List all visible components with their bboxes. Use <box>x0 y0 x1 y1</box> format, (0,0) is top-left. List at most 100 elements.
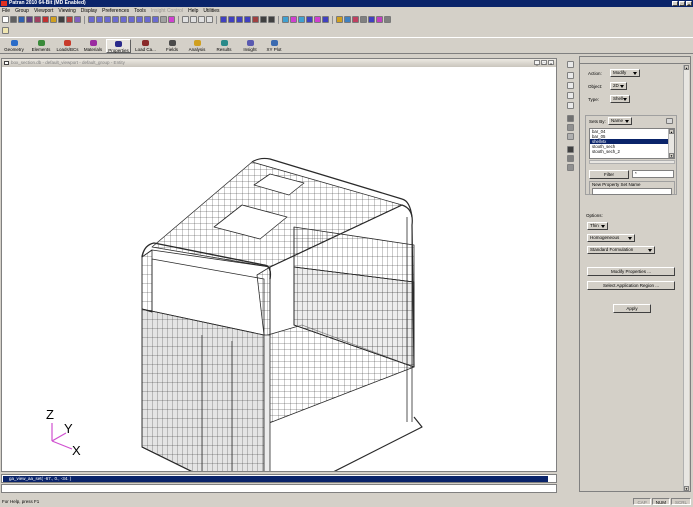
viewport-close-button[interactable]: × <box>548 60 554 66</box>
toolbar-tool-22-icon[interactable] <box>190 16 197 23</box>
menu-utilities[interactable]: Utilities <box>203 8 219 15</box>
menu-tools[interactable]: Tools <box>134 8 146 15</box>
new-set-name-input[interactable] <box>592 188 672 195</box>
toolbar-tool-11-icon[interactable] <box>96 16 103 23</box>
paint-icon[interactable] <box>66 16 73 23</box>
menu-viewport[interactable]: Viewport <box>34 8 53 15</box>
toolbar-tool-21-icon[interactable] <box>182 16 189 23</box>
toolbar-tool-31-icon[interactable] <box>268 16 275 23</box>
filter-button[interactable]: Filter <box>589 170 629 179</box>
close-button[interactable]: × <box>686 1 692 7</box>
undo-icon[interactable] <box>42 16 49 23</box>
app-load-ca--button[interactable]: Load Ca... <box>133 39 158 53</box>
toolbar-tool-23-icon[interactable] <box>198 16 205 23</box>
fit-view-icon[interactable] <box>567 102 574 109</box>
homogeneity-dropdown[interactable]: Homogeneous <box>587 234 635 242</box>
save-icon[interactable] <box>18 16 25 23</box>
toolbar-tool-44-icon[interactable] <box>384 16 391 23</box>
toolbar-tool-25-icon[interactable] <box>220 16 227 23</box>
app-materials-button[interactable]: Materials <box>82 39 104 53</box>
open-file-icon[interactable] <box>10 16 17 23</box>
command-input[interactable] <box>1 484 557 493</box>
object-dropdown[interactable]: 2D <box>610 82 627 90</box>
apply-button[interactable]: Apply <box>613 304 651 313</box>
toolbar-tool-36-icon[interactable] <box>314 16 321 23</box>
list-hscrollbar[interactable] <box>589 160 675 164</box>
toolbar-tool-38-icon[interactable] <box>336 16 343 23</box>
zoom-out-icon[interactable] <box>567 92 574 99</box>
wireframe-icon[interactable] <box>567 133 574 140</box>
select-application-region-button[interactable]: Select Application Region ... <box>587 281 675 290</box>
app-results-button[interactable]: Results <box>212 39 236 53</box>
refresh-icon[interactable] <box>74 16 81 23</box>
shade-smooth-icon[interactable] <box>567 124 574 131</box>
toolbar-tool-13-icon[interactable] <box>112 16 119 23</box>
panel-scrollbar[interactable]: ▲ ▼ <box>683 65 689 491</box>
toolbar-tool-43-icon[interactable] <box>376 16 383 23</box>
toolbar-tool-41-icon[interactable] <box>360 16 367 23</box>
list-scrollbar[interactable]: ▲ ▼ <box>668 129 674 158</box>
toolbar-tool-33-icon[interactable] <box>290 16 297 23</box>
menu-help[interactable]: Help <box>188 8 198 15</box>
copy-icon[interactable] <box>34 16 41 23</box>
toolbar-tool-24-icon[interactable] <box>206 16 213 23</box>
shade-solid-icon[interactable] <box>567 115 574 122</box>
viewport-maximize-button[interactable]: □ <box>541 60 547 66</box>
home-icon[interactable] <box>2 27 9 34</box>
minimize-button[interactable]: _ <box>672 1 678 7</box>
toolbar-tool-26-icon[interactable] <box>228 16 235 23</box>
modify-properties-button[interactable]: Modify Properties ... <box>587 267 675 276</box>
toolbar-tool-14-icon[interactable] <box>120 16 127 23</box>
maximize-button[interactable]: □ <box>679 1 685 7</box>
menu-display[interactable]: Display <box>81 8 97 15</box>
toolbar-tool-18-icon[interactable] <box>152 16 159 23</box>
pick-icon[interactable] <box>567 146 574 153</box>
scroll-down-arrow[interactable]: ▼ <box>669 153 674 158</box>
toolbar-tool-12-icon[interactable] <box>104 16 111 23</box>
menu-preferences[interactable]: Preferences <box>102 8 129 15</box>
toolbar-tool-30-icon[interactable] <box>260 16 267 23</box>
group-icon[interactable] <box>567 155 574 162</box>
app-insight-button[interactable]: Insight <box>240 39 260 53</box>
app-elements-button[interactable]: Elements <box>30 39 52 53</box>
toolbar-tool-19-icon[interactable] <box>160 16 167 23</box>
formulation-dropdown[interactable]: Standard Formulation <box>587 246 655 254</box>
toolbar-tool-40-icon[interactable] <box>352 16 359 23</box>
app-fields-button[interactable]: Fields <box>162 39 182 53</box>
action-dropdown[interactable]: Modify <box>610 69 640 77</box>
viewport-minimize-button[interactable]: _ <box>534 60 540 66</box>
scroll-down-arrow[interactable]: ▼ <box>684 486 689 491</box>
command-history[interactable]: ga_view_aa_set( -67., 0., -34. ) <box>1 474 557 483</box>
toolbar-tool-20-icon[interactable] <box>168 16 175 23</box>
menu-insight-control[interactable]: Insight Control <box>151 8 183 15</box>
command-history-line[interactable]: ga_view_aa_set( -67., 0., -34. ) <box>3 476 548 482</box>
menu-group[interactable]: Group <box>15 8 29 15</box>
app-properties-button[interactable]: Properties <box>106 39 131 53</box>
scroll-up-arrow[interactable]: ▲ <box>684 65 689 70</box>
type-dropdown[interactable]: Shell <box>610 95 630 103</box>
toolbar-tool-35-icon[interactable] <box>306 16 313 23</box>
highlight-icon[interactable] <box>50 16 57 23</box>
toolbar-tool-28-icon[interactable] <box>244 16 251 23</box>
new-file-icon[interactable] <box>2 16 9 23</box>
menu-file[interactable]: File <box>2 8 10 15</box>
viewport-icon[interactable] <box>567 164 574 171</box>
refresh-view-icon[interactable] <box>567 61 574 68</box>
app-geometry-button[interactable]: Geometry <box>2 39 26 53</box>
filter-input[interactable]: * <box>632 170 674 178</box>
app-loads-bcs-button[interactable]: Loads/BCs <box>55 39 80 53</box>
toolbar-tool-16-icon[interactable] <box>136 16 143 23</box>
zoom-in-icon[interactable] <box>567 82 574 89</box>
app-xy-plot-button[interactable]: XY Plot <box>264 39 284 53</box>
app-analysis-button[interactable]: Analysis <box>186 39 208 53</box>
toolbar-tool-29-icon[interactable] <box>252 16 259 23</box>
model-graphics[interactable]: Z Y X <box>2 67 556 471</box>
toolbar-tool-15-icon[interactable] <box>128 16 135 23</box>
thickness-dropdown[interactable]: Thin <box>587 222 608 230</box>
toolbar-tool-10-icon[interactable] <box>88 16 95 23</box>
toolbar-tool-37-icon[interactable] <box>322 16 329 23</box>
property-set-list[interactable]: bar_04 bar_05 shellvtx stooth_sech stooth_se… <box>589 128 675 159</box>
toolbar-tool-39-icon[interactable] <box>344 16 351 23</box>
clean-icon[interactable] <box>58 16 65 23</box>
print-icon[interactable] <box>26 16 33 23</box>
